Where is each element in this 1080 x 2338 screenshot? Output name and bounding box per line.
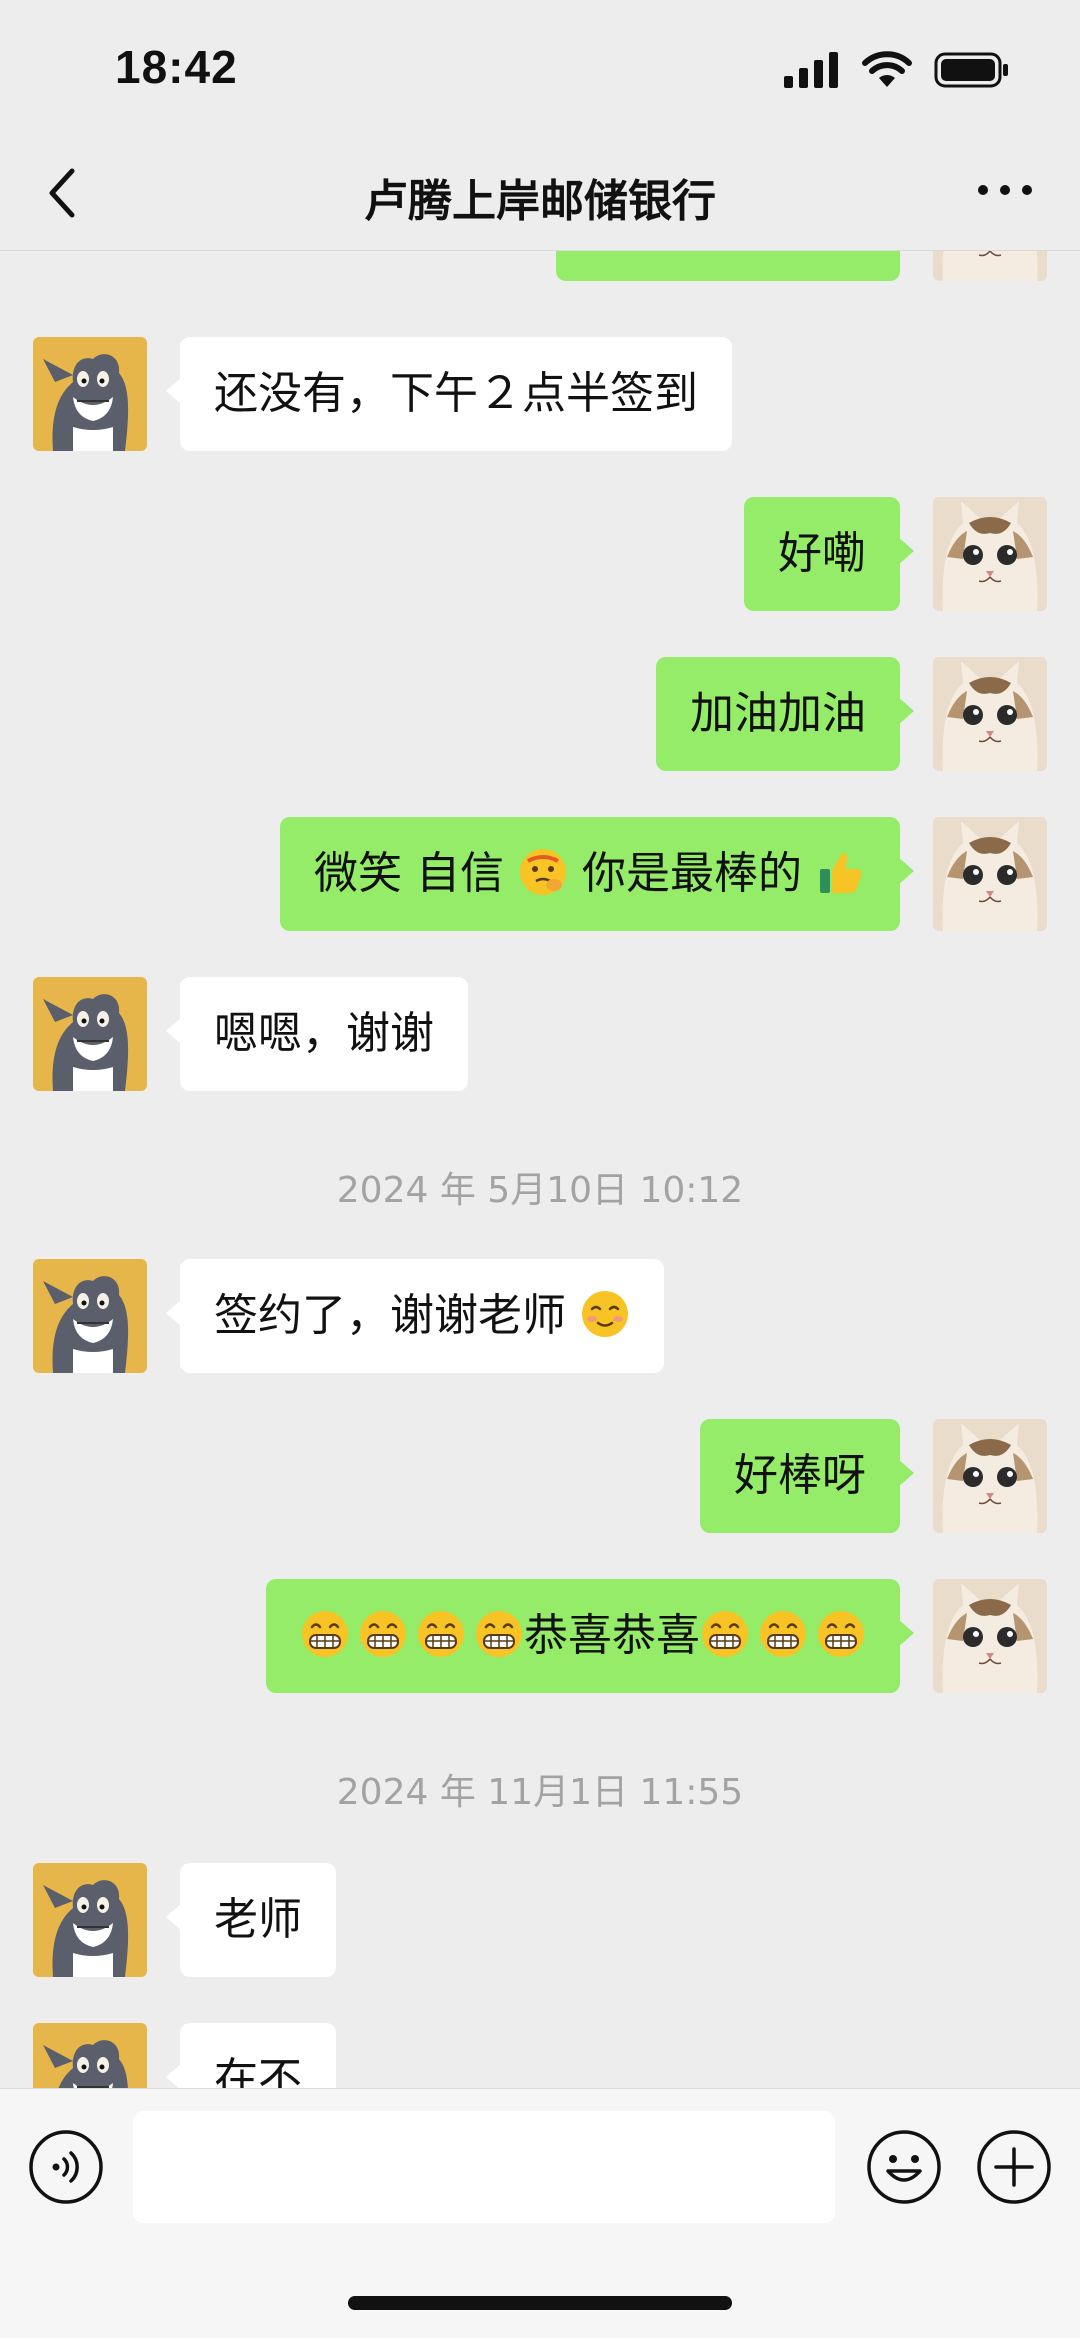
wifi-icon [862, 51, 912, 87]
thinking-face-emoji [520, 849, 566, 895]
status-icons [784, 50, 1010, 90]
message-bubble[interactable]: 恭喜恭喜 [266, 1579, 914, 1693]
message-text: 签约了，谢谢老师 [214, 1290, 566, 1341]
avatar[interactable] [33, 977, 147, 1091]
message-text: 在不 [214, 2054, 302, 2088]
avatar[interactable] [33, 2023, 147, 2088]
grinning-face-emoji [358, 1609, 408, 1659]
message-bubble[interactable]: 还没有，下午２点半签到 [166, 337, 732, 451]
avatar[interactable] [933, 817, 1047, 931]
emoji-icon [867, 2130, 941, 2204]
thumbs-up-emoji [820, 853, 862, 893]
plus-icon [977, 2130, 1051, 2204]
more-icon [978, 185, 1032, 195]
message-bubble[interactable]: 加油加油 [656, 657, 914, 771]
avatar[interactable] [933, 251, 1047, 281]
grinning-face-emoji [816, 1609, 866, 1659]
nav-bar: 卢腾上岸邮储银行 [0, 135, 1080, 251]
message-text: 好嘞 [778, 528, 866, 579]
message-text: 嗯嗯，谢谢 [214, 1008, 434, 1059]
avatar[interactable] [933, 497, 1047, 611]
status-bar: 18:42 [0, 0, 1080, 135]
signal-icon [784, 52, 838, 88]
message-bubble[interactable]: 好嘞 [744, 497, 914, 611]
grinning-face-emoji [416, 1609, 466, 1659]
message-text: 好棒呀 [734, 1450, 866, 1501]
voice-icon [29, 2130, 103, 2204]
message-text: 微笑 自信 [314, 848, 504, 899]
message-bubble[interactable]: 好棒呀 [700, 1419, 914, 1533]
battery-icon [934, 52, 1008, 88]
smiling-face-emoji [582, 1291, 628, 1337]
status-time: 18:42 [115, 41, 238, 93]
avatar[interactable] [33, 337, 147, 451]
home-indicator[interactable] [348, 2296, 732, 2310]
message-bubble[interactable]: 签约了，谢谢老师 [166, 1259, 664, 1373]
grinning-face-emoji [300, 1609, 350, 1659]
message-bubble-partial[interactable] [556, 251, 900, 281]
emoji-button[interactable] [866, 2129, 942, 2205]
message-text: 还没有，下午２点半签到 [214, 368, 698, 419]
grinning-face-emoji [758, 1609, 808, 1659]
message-text: 老师 [214, 1894, 302, 1945]
voice-button[interactable] [28, 2129, 104, 2205]
plus-button[interactable] [976, 2129, 1052, 2205]
message-bubble[interactable]: 老师 [166, 1863, 336, 1977]
avatar[interactable] [933, 1419, 1047, 1533]
timestamp: 2024 年 5月10日 10:12 [336, 1170, 744, 1211]
message-input[interactable] [133, 2111, 835, 2223]
chat-title: 卢腾上岸邮储银行 [364, 176, 716, 227]
message-bubble[interactable]: 微笑 自信 你是最棒的 [280, 817, 914, 931]
grinning-face-emoji [474, 1609, 524, 1659]
timestamp: 2024 年 11月1日 11:55 [336, 1772, 744, 1813]
message-text: 你是最棒的 [582, 848, 802, 899]
chat-area[interactable]: 还没有，下午２点半签到 好嘞 加油加油 微笑 自信 你是最棒的 嗯嗯，谢谢 20… [0, 251, 1080, 2088]
message-text: 加油加油 [690, 688, 866, 739]
message-bubble[interactable]: 在不 [166, 2023, 336, 2088]
message-bubble[interactable]: 嗯嗯，谢谢 [166, 977, 468, 1091]
avatar[interactable] [33, 1259, 147, 1373]
avatar[interactable] [933, 1579, 1047, 1693]
avatar[interactable] [33, 1863, 147, 1977]
avatar[interactable] [933, 657, 1047, 771]
grinning-face-emoji [700, 1609, 750, 1659]
more-button[interactable] [975, 175, 1035, 205]
message-text: 恭喜恭喜 [524, 1610, 700, 1661]
